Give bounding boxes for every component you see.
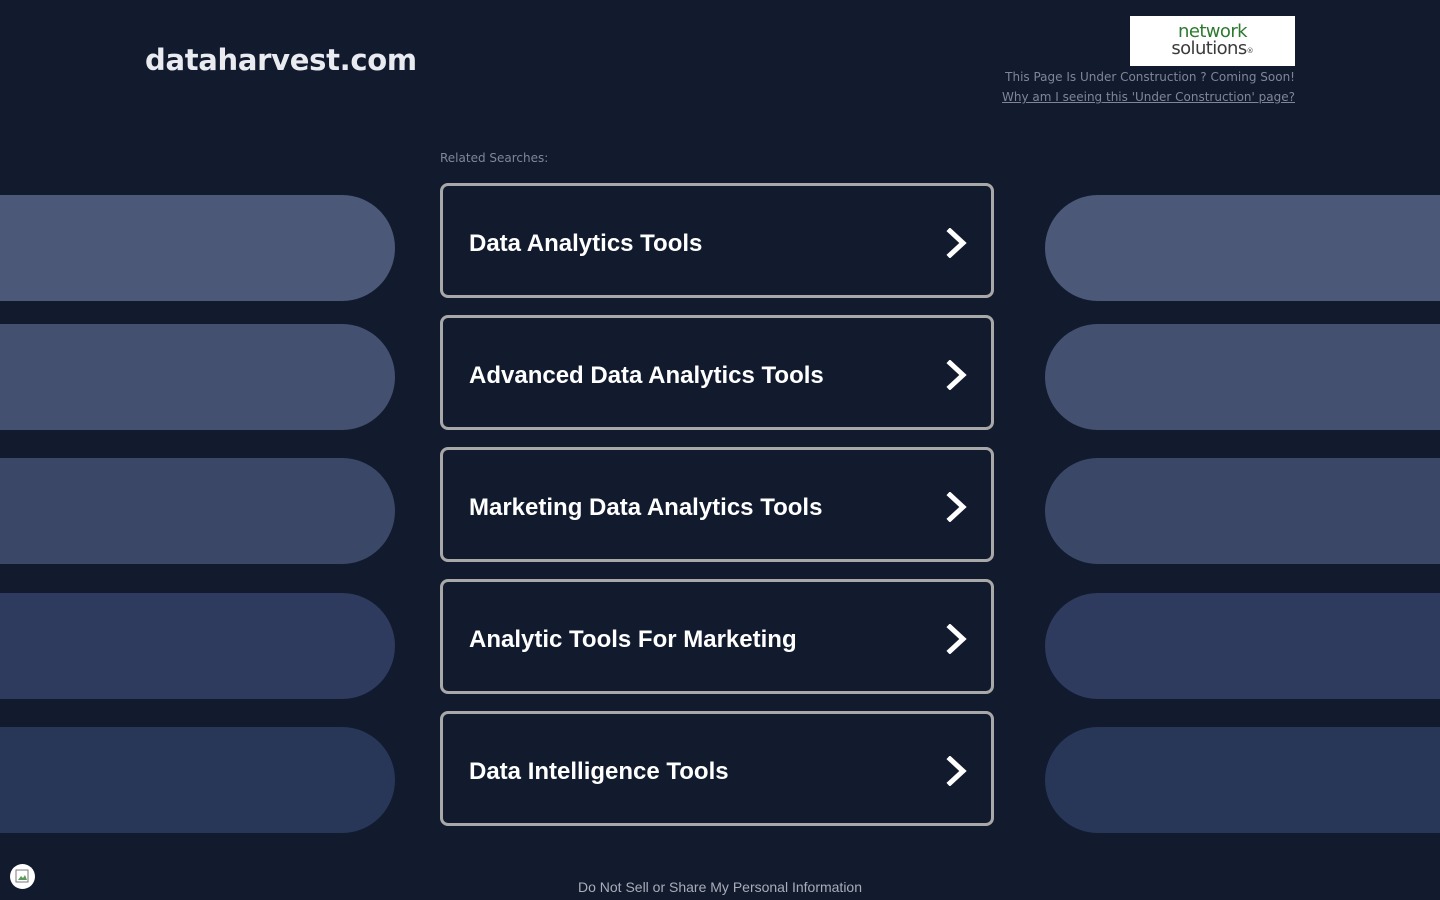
related-searches-label: Related Searches: — [440, 151, 549, 165]
decorative-pill — [0, 324, 395, 430]
chevron-right-icon — [946, 756, 967, 786]
construction-notice: This Page Is Under Construction ? Coming… — [1005, 70, 1295, 84]
related-search-label: Advanced Data Analytics Tools — [469, 362, 824, 389]
decorative-pill — [0, 458, 395, 564]
related-search-label: Data Analytics Tools — [469, 230, 703, 257]
decorative-pill — [1045, 727, 1440, 833]
logo-line-solutions-text: solutions — [1171, 38, 1247, 59]
decorative-pill — [0, 195, 395, 301]
decorative-pill — [1045, 195, 1440, 301]
related-search-label: Data Intelligence Tools — [469, 758, 729, 785]
logo-line-solutions: solutions® — [1130, 40, 1295, 60]
related-search-item[interactable]: Data Analytics Tools — [440, 183, 994, 298]
domain-title: dataharvest.com — [145, 43, 417, 77]
related-search-item[interactable]: Analytic Tools For Marketing — [440, 579, 994, 694]
related-search-label: Marketing Data Analytics Tools — [469, 494, 823, 521]
related-search-label: Analytic Tools For Marketing — [469, 626, 797, 653]
decorative-pill — [1045, 593, 1440, 699]
chevron-right-icon — [946, 360, 967, 390]
related-search-item[interactable]: Marketing Data Analytics Tools — [440, 447, 994, 562]
decorative-pill — [0, 727, 395, 833]
chevron-right-icon — [946, 624, 967, 654]
why-under-construction-link[interactable]: Why am I seeing this 'Under Construction… — [1002, 90, 1295, 104]
decorative-pill — [0, 593, 395, 699]
decorative-pill — [1045, 324, 1440, 430]
decorative-pill — [1045, 458, 1440, 564]
related-search-item[interactable]: Data Intelligence Tools — [440, 711, 994, 826]
registered-mark: ® — [1246, 47, 1254, 55]
chevron-right-icon — [946, 492, 967, 522]
chevron-right-icon — [946, 228, 967, 258]
network-solutions-logo[interactable]: network solutions® — [1130, 16, 1295, 66]
do-not-sell-link[interactable]: Do Not Sell or Share My Personal Informa… — [0, 879, 1440, 895]
page: dataharvest.com network solutions® This … — [0, 0, 1440, 900]
related-search-item[interactable]: Advanced Data Analytics Tools — [440, 315, 994, 430]
